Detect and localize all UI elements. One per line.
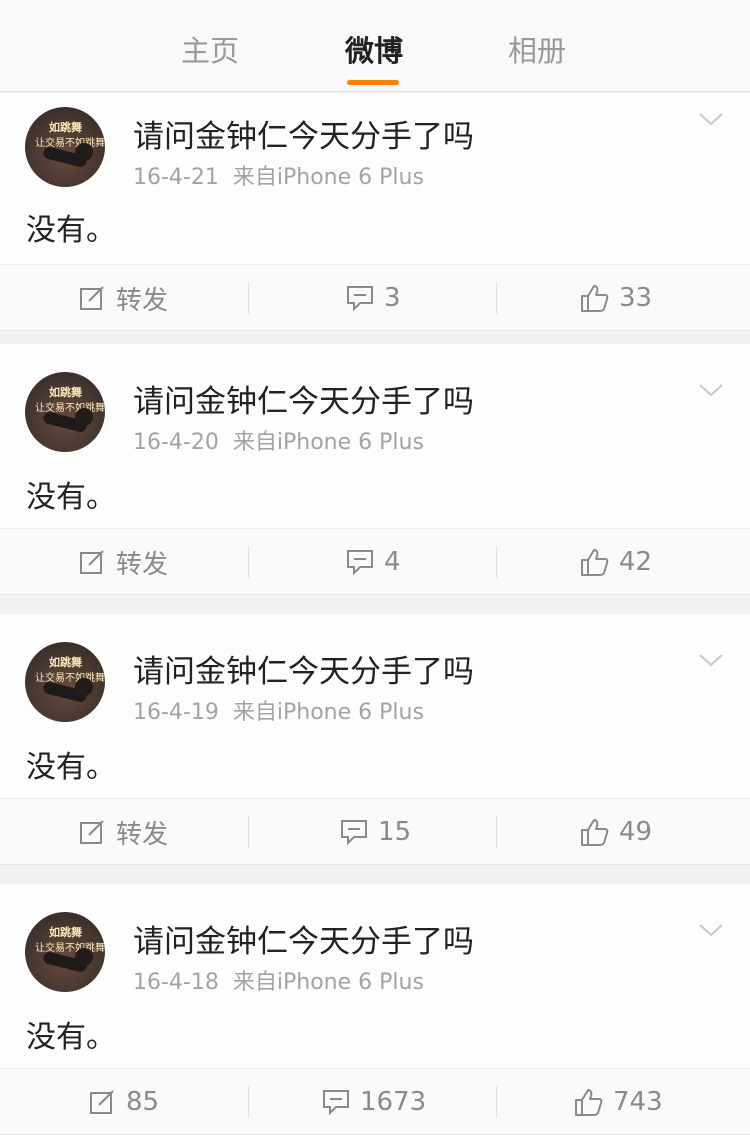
like-button[interactable]: 743 (573, 1069, 663, 1135)
avatar-caption: 如跳舞 (49, 386, 82, 399)
avatar-caption: 如跳舞 (49, 926, 82, 939)
repost-icon (80, 550, 104, 574)
comment-button[interactable]: 3 (346, 265, 401, 331)
post-content: 没有。 (26, 750, 116, 785)
post-date: 16-4-19 (133, 700, 219, 725)
post-actions: 转发 4 42 (0, 529, 750, 595)
active-tab-indicator (347, 80, 399, 85)
post-content: 没有。 (26, 1020, 116, 1055)
chevron-down-icon[interactable] (698, 652, 724, 668)
username[interactable]: 请问金钟仁今天分手了吗 (133, 376, 474, 421)
like-icon (575, 1089, 603, 1116)
weibo-post: 如跳舞 让交易不如跳舞 请问金钟仁今天分手了吗 16-4-21 来自iPhone… (0, 93, 750, 331)
profile-tab-bar: 主页 微博 相册 (0, 0, 750, 92)
comment-count: 15 (378, 817, 412, 847)
comment-icon (323, 1090, 349, 1115)
like-button[interactable]: 42 (579, 529, 652, 595)
post-source: 来自iPhone 6 Plus (232, 165, 424, 190)
repost-button[interactable]: 转发 (78, 529, 168, 595)
repost-icon (80, 286, 104, 310)
like-icon (581, 285, 609, 312)
comment-count: 1673 (360, 1087, 427, 1117)
comment-icon (347, 286, 373, 311)
like-icon (581, 549, 609, 576)
post-meta: 16-4-21 来自iPhone 6 Plus (133, 159, 424, 191)
post-actions: 85 1673 743 (0, 1069, 750, 1135)
repost-label: 转发 (116, 549, 169, 580)
repost-icon (80, 820, 104, 844)
avatar-caption: 如跳舞 (49, 121, 82, 134)
tab-album[interactable]: 相册 (508, 28, 566, 70)
post-meta: 16-4-18 来自iPhone 6 Plus (133, 964, 424, 996)
like-button[interactable]: 49 (579, 799, 652, 865)
username[interactable]: 请问金钟仁今天分手了吗 (133, 111, 474, 156)
like-count: 42 (619, 547, 653, 577)
avatar-caption: 如跳舞 (49, 656, 82, 669)
like-icon (581, 819, 609, 846)
post-actions: 转发 15 49 (0, 799, 750, 865)
comment-count: 3 (384, 283, 401, 313)
chevron-down-icon[interactable] (698, 922, 724, 938)
username[interactable]: 请问金钟仁今天分手了吗 (133, 916, 474, 961)
repost-icon (90, 1090, 114, 1114)
post-meta: 16-4-19 来自iPhone 6 Plus (133, 694, 424, 726)
avatar[interactable]: 如跳舞 让交易不如跳舞 (25, 912, 105, 992)
comment-button[interactable]: 1673 (322, 1069, 426, 1135)
repost-button[interactable]: 转发 (78, 799, 168, 865)
like-count: 33 (619, 283, 653, 313)
post-date: 16-4-20 (133, 430, 219, 455)
like-button[interactable]: 33 (579, 265, 652, 331)
post-actions: 转发 3 33 (0, 265, 750, 331)
post-content: 没有。 (26, 480, 116, 515)
repost-count: 85 (126, 1087, 160, 1117)
post-meta: 16-4-20 来自iPhone 6 Plus (133, 424, 424, 456)
username[interactable]: 请问金钟仁今天分手了吗 (133, 646, 474, 691)
post-date: 16-4-18 (133, 970, 219, 995)
post-source: 来自iPhone 6 Plus (232, 970, 424, 995)
avatar[interactable]: 如跳舞 让交易不如跳舞 (25, 642, 105, 722)
post-source: 来自iPhone 6 Plus (232, 700, 424, 725)
tab-weibo[interactable]: 微博 (345, 28, 403, 70)
post-content: 没有。 (26, 213, 116, 248)
repost-label: 转发 (116, 285, 169, 316)
post-date: 16-4-21 (133, 165, 219, 190)
tab-home[interactable]: 主页 (181, 28, 239, 70)
repost-button[interactable]: 转发 (78, 265, 168, 331)
like-count: 49 (619, 817, 653, 847)
comment-button[interactable]: 4 (346, 529, 401, 595)
post-source: 来自iPhone 6 Plus (232, 430, 424, 455)
weibo-post: 如跳舞 让交易不如跳舞 请问金钟仁今天分手了吗 16-4-20 来自iPhone… (0, 344, 750, 595)
comment-button[interactable]: 15 (340, 799, 411, 865)
repost-label: 转发 (116, 819, 169, 850)
comment-icon (341, 820, 367, 845)
weibo-post: 如跳舞 让交易不如跳舞 请问金钟仁今天分手了吗 16-4-19 来自iPhone… (0, 614, 750, 865)
repost-button[interactable]: 85 (88, 1069, 159, 1135)
comment-icon (347, 550, 373, 575)
avatar[interactable]: 如跳舞 让交易不如跳舞 (25, 107, 105, 187)
like-count: 743 (613, 1087, 663, 1117)
chevron-down-icon[interactable] (698, 382, 724, 398)
weibo-post: 如跳舞 让交易不如跳舞 请问金钟仁今天分手了吗 16-4-18 来自iPhone… (0, 884, 750, 1135)
comment-count: 4 (384, 547, 401, 577)
chevron-down-icon[interactable] (698, 111, 724, 127)
avatar[interactable]: 如跳舞 让交易不如跳舞 (25, 372, 105, 452)
